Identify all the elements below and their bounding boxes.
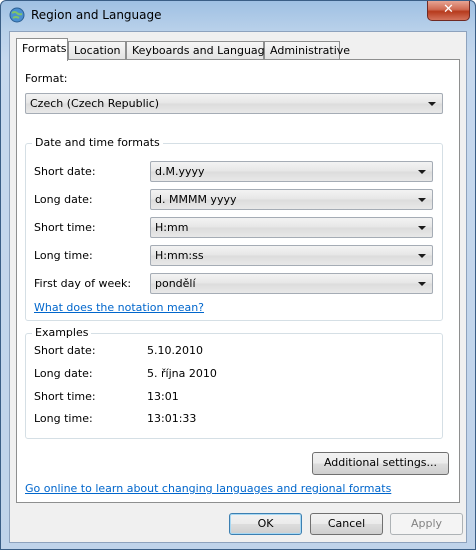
examples-title: Examples [32,326,92,339]
tab-location[interactable]: Location [68,41,126,60]
first-day-of-week-dropdown[interactable]: pondělí [150,273,433,294]
chevron-down-icon [418,282,426,286]
format-label: Format: [25,72,68,85]
long-date-dropdown[interactable]: d. MMMM yyyy [150,189,433,210]
apply-button[interactable]: Apply [390,513,463,535]
ok-button[interactable]: OK [229,513,302,535]
short-date-label: Short date: [34,165,96,178]
tab-keyboards-and-languages[interactable]: Keyboards and Languages [126,41,277,60]
example-long-time-label: Long time: [34,412,93,425]
tab-formats[interactable]: Formats [16,38,68,61]
example-short-time-label: Short time: [34,390,96,403]
example-long-date-value: 5. října 2010 [147,367,217,380]
long-date-label: Long date: [34,193,93,206]
close-icon: ✕ [443,2,454,17]
short-date-dropdown[interactable]: d.M.yyyy [150,161,433,182]
short-time-label: Short time: [34,221,96,234]
long-time-label: Long time: [34,249,93,262]
example-short-date-value: 5.10.2010 [147,344,203,357]
close-button[interactable]: ✕ [427,1,470,21]
format-value: Czech (Czech Republic) [30,97,160,110]
long-time-dropdown[interactable]: H:mm:ss [150,245,433,266]
chevron-down-icon [418,226,426,230]
example-long-time-value: 13:01:33 [147,412,197,425]
short-time-dropdown[interactable]: H:mm [150,217,433,238]
example-short-date-label: Short date: [34,344,96,357]
formats-tab-panel: Format: Czech (Czech Republic) Date and … [16,59,460,503]
tab-administrative[interactable]: Administrative [264,41,350,60]
long-date-value: d. MMMM yyyy [155,193,237,206]
date-time-formats-group: Date and time formats Short date: d.M.yy… [25,136,443,321]
first-day-of-week-label: First day of week: [34,277,132,290]
additional-settings-button[interactable]: Additional settings... [312,452,449,475]
example-short-time-value: 13:01 [147,390,179,403]
chevron-down-icon [418,198,426,202]
region-language-window: Region and Language ✕ Formats Location K… [0,0,476,550]
window-title: Region and Language [31,8,162,22]
title-bar[interactable]: Region and Language ✕ [1,1,475,29]
examples-group: Examples Short date: 5.10.2010 Long date… [25,326,443,439]
notation-help-link[interactable]: What does the notation mean? [34,301,204,314]
example-long-date-label: Long date: [34,367,93,380]
short-time-value: H:mm [155,221,189,234]
cancel-button[interactable]: Cancel [310,513,383,535]
short-date-value: d.M.yyyy [155,165,205,178]
date-time-formats-title: Date and time formats [32,136,163,149]
chevron-down-icon [418,170,426,174]
globe-clock-icon [9,7,25,23]
long-time-value: H:mm:ss [155,249,204,262]
dialog-body: Formats Location Keyboards and Languages… [9,31,467,543]
online-help-link[interactable]: Go online to learn about changing langua… [25,482,391,495]
chevron-down-icon [418,254,426,258]
chevron-down-icon [428,102,436,106]
format-dropdown[interactable]: Czech (Czech Republic) [25,93,443,114]
first-day-of-week-value: pondělí [155,277,196,290]
